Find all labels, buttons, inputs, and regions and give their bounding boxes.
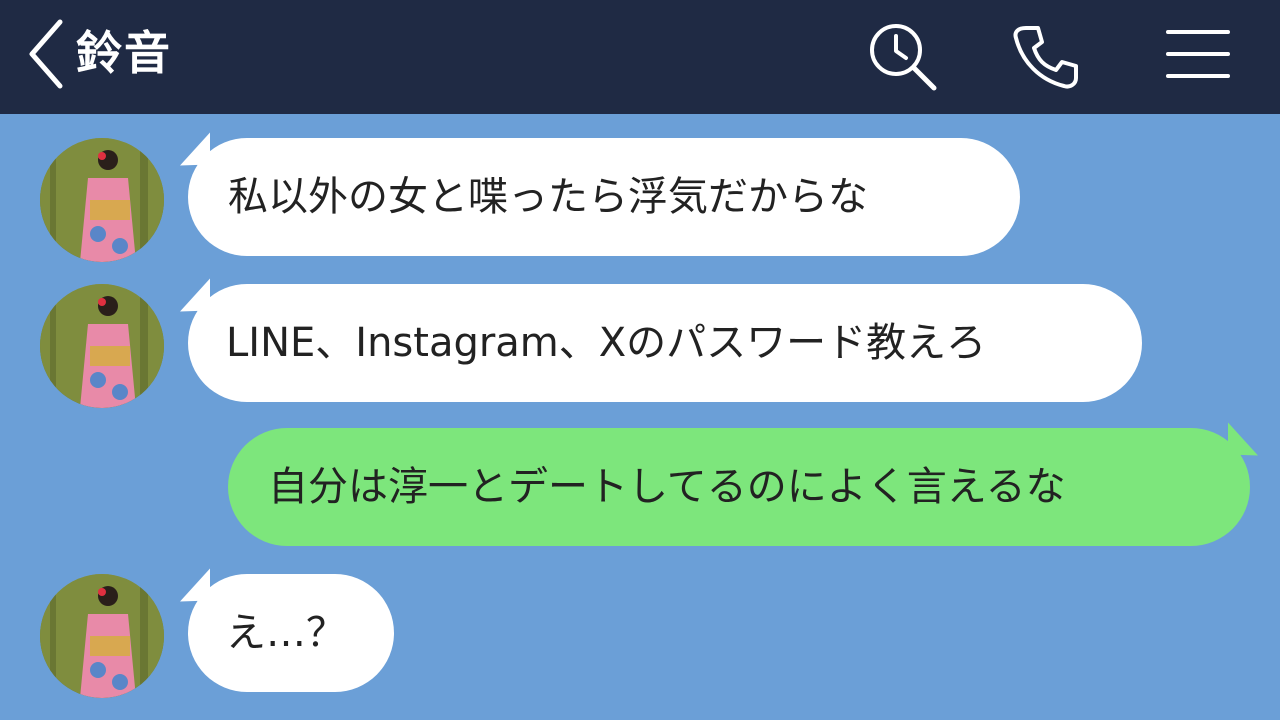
search-clock-icon: [870, 24, 937, 91]
bubble-tail: [180, 278, 210, 322]
avatar-photo-icon: [40, 574, 164, 698]
avatar[interactable]: [40, 138, 164, 262]
back-button[interactable]: [22, 14, 72, 94]
message-text: LINE、Instagram、Xのパスワード教えろ: [226, 320, 987, 366]
message-bubble-incoming[interactable]: え…？: [180, 568, 394, 692]
phone-icon: [1013, 26, 1078, 89]
message-text: 自分は淳一とデートしてるのによく言えるな: [268, 464, 1066, 510]
menu-button[interactable]: [1160, 18, 1236, 94]
message-text: え…？: [226, 610, 346, 656]
chevron-left-icon: [29, 19, 63, 89]
bubble-tail: [180, 568, 210, 612]
search-button[interactable]: [864, 18, 940, 94]
message-bubble-incoming[interactable]: 私以外の女と喋ったら浮気だからな: [180, 132, 1020, 256]
bubble-tail: [180, 132, 210, 176]
bubble-tail: [1228, 422, 1258, 466]
message-text: 私以外の女と喋ったら浮気だからな: [228, 174, 868, 220]
chat-area[interactable]: 私以外の女と喋ったら浮気だからな LINE、Instagram、Xのパスワード教…: [0, 114, 1280, 720]
call-button[interactable]: [1008, 18, 1084, 94]
message-bubble-incoming[interactable]: LINE、Instagram、Xのパスワード教えろ: [180, 278, 1142, 402]
hamburger-menu-icon: [1166, 30, 1230, 78]
chat-header: 鈴音: [0, 0, 1280, 114]
message-bubble-outgoing[interactable]: 自分は淳一とデートしてるのによく言えるな: [228, 422, 1258, 546]
avatar-photo-icon: [40, 138, 164, 262]
avatar[interactable]: [40, 574, 164, 698]
avatar[interactable]: [40, 284, 164, 408]
avatar-photo-icon: [40, 284, 164, 408]
chat-title: 鈴音: [76, 26, 172, 80]
